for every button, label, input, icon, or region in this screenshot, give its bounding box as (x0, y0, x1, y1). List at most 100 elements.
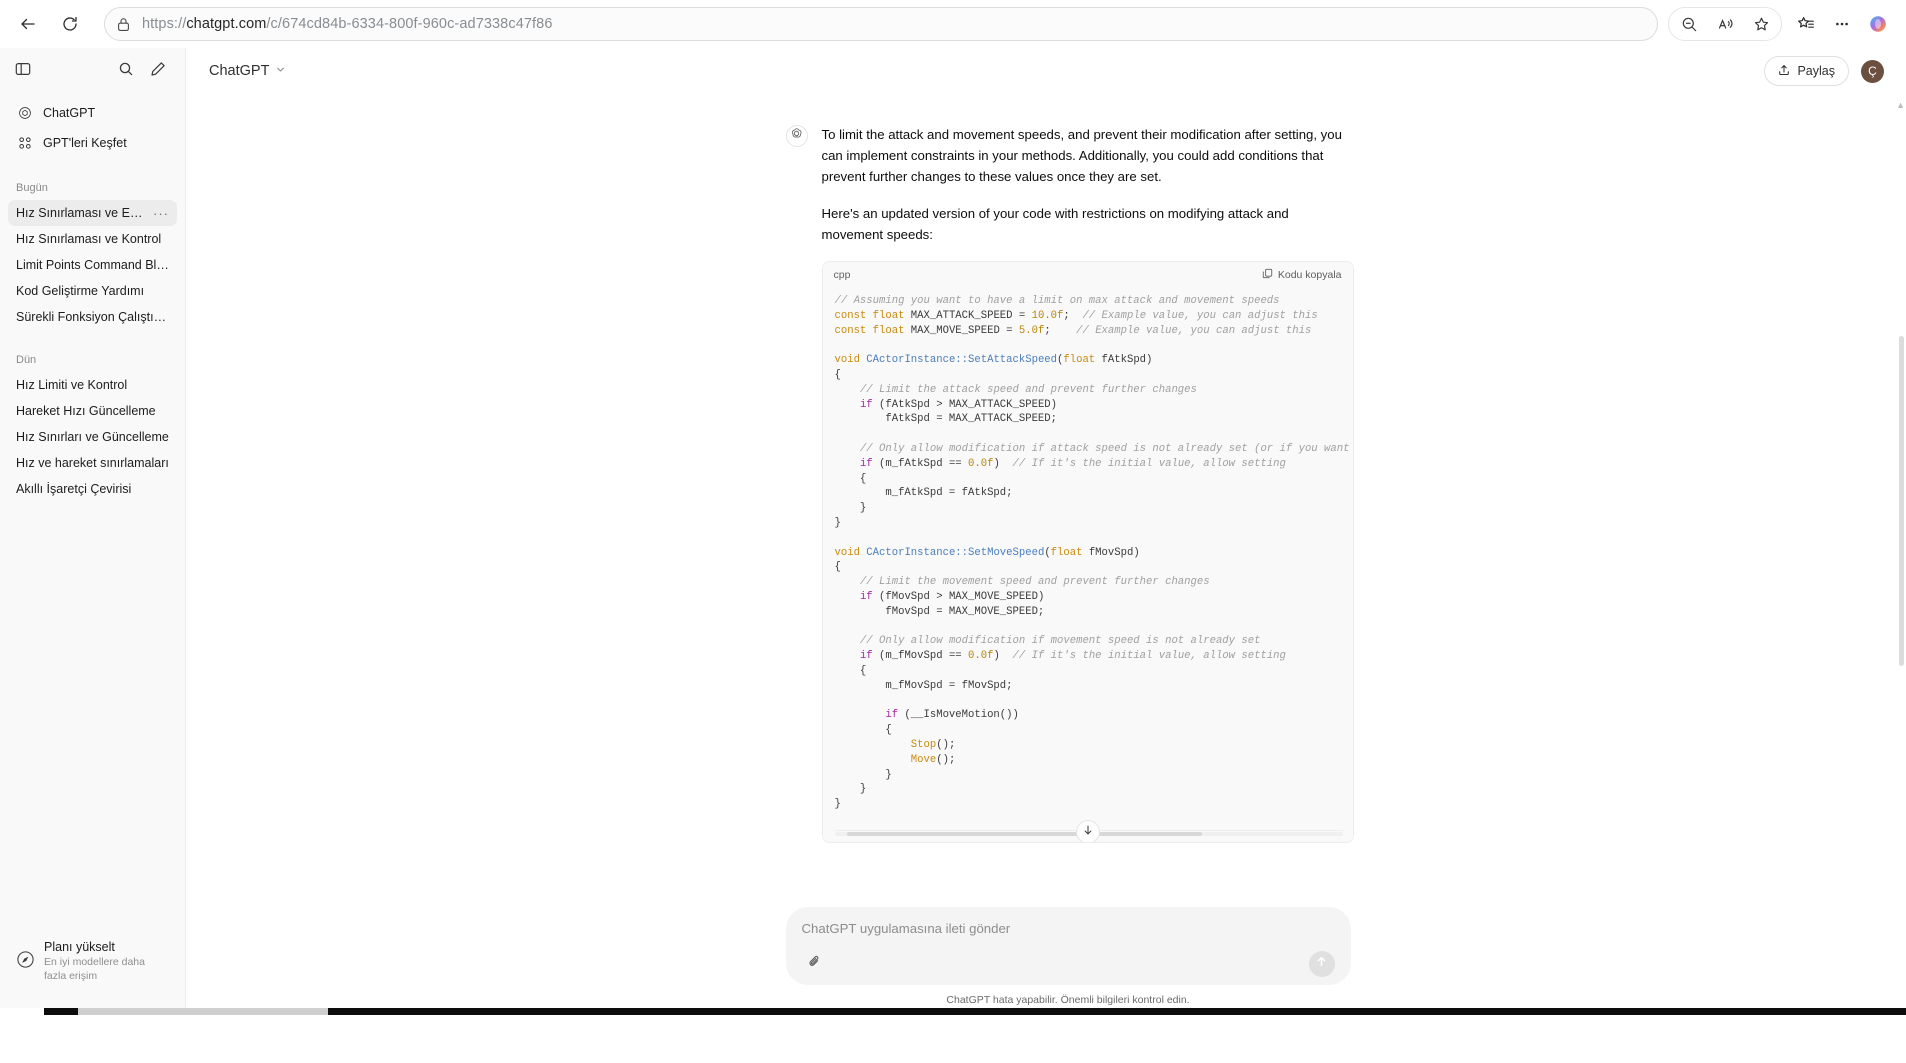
search-icon (118, 61, 134, 82)
conversation-column: To limit the attack and movement speeds,… (786, 94, 1351, 843)
scroll-to-bottom-button[interactable] (1076, 820, 1100, 842)
sidebar: ChatGPT GPT'leri Keşfet Bugün Hız Sınırl… (0, 48, 186, 1015)
zoom-out-icon (1681, 16, 1698, 33)
composer-area: ChatGPT uygulamasına ileti gönder (186, 907, 1906, 1015)
sidebar-chat-list-today: Hız Sınırlaması ve Engelleme ··· Hız Sın… (0, 200, 185, 330)
copilot-button[interactable] (1860, 6, 1896, 42)
disclaimer-text: ChatGPT hata yapabilir. Önemli bilgileri… (208, 994, 1906, 1006)
sidebar-chat-label: Hareket Hızı Güncelleme (16, 404, 169, 418)
favorite-button[interactable] (1743, 6, 1779, 42)
composer-toolbar (802, 951, 1335, 977)
share-button[interactable]: Paylaş (1764, 56, 1849, 86)
sidebar-chat-item[interactable]: Sürekli Fonksiyon Çalıştırma (8, 304, 177, 330)
sidebar-chat-label: Hız Limiti ve Kontrol (16, 378, 169, 392)
collections-button[interactable] (1788, 6, 1824, 42)
browser-toolbar: https://chatgpt.com/c/674cd84b-6334-800f… (0, 0, 1906, 48)
reload-icon (61, 15, 79, 33)
new-chat-button[interactable] (143, 56, 173, 86)
upgrade-plan-title: Planı yükselt (44, 940, 170, 955)
attach-file-button[interactable] (802, 951, 828, 977)
scrollbar-thumb[interactable] (1899, 336, 1904, 666)
back-arrow-icon (19, 15, 37, 33)
avatar[interactable]: Ç (1861, 60, 1884, 83)
new-chat-icon (150, 61, 166, 82)
assistant-paragraph: Here's an updated version of your code w… (822, 203, 1351, 245)
favorite-star-icon (1753, 16, 1770, 33)
upgrade-plan-button[interactable]: Planı yükselt En iyi modellere daha fazl… (8, 934, 178, 989)
lock-icon (117, 17, 130, 32)
zoom-out-button[interactable] (1671, 6, 1707, 42)
sidebar-chat-label: Akıllı İşaretçi Çevirisi (16, 482, 169, 496)
openai-logo-icon (16, 106, 33, 120)
taskbar (0, 1008, 1906, 1015)
model-picker-button[interactable]: ChatGPT (200, 58, 295, 84)
message-composer[interactable]: ChatGPT uygulamasına ileti gönder (786, 907, 1351, 985)
model-name-label: ChatGPT (209, 63, 269, 79)
sidebar-chat-label: Hız Sınırlaması ve Engelleme (16, 206, 149, 220)
code-block: cpp Kodu kopyala // Assu (822, 261, 1354, 843)
sidebar-chat-item[interactable]: Hız Limiti ve Kontrol (8, 372, 177, 398)
sidebar-chat-item[interactable]: Hız Sınırları ve Güncelleme (8, 424, 177, 450)
sidebar-chat-item[interactable]: Kod Geliştirme Yardımı (8, 278, 177, 304)
avatar-initial: Ç (1868, 64, 1877, 78)
more-settings-icon (1833, 15, 1851, 33)
taskbar-segment (78, 1008, 328, 1015)
sidebar-item-label: GPT'leri Keşfet (43, 136, 127, 150)
sidebar-chat-label: Kod Geliştirme Yardımı (16, 284, 169, 298)
sidebar-toggle-button[interactable] (8, 56, 38, 86)
sidebar-chat-label: Limit Points Command Block (16, 258, 169, 272)
sidebar-chat-label: Sürekli Fonksiyon Çalıştırma (16, 310, 169, 324)
sidebar-primary-nav: ChatGPT GPT'leri Keşfet (0, 94, 185, 158)
copy-code-label: Kodu kopyala (1278, 269, 1342, 281)
assistant-avatar (786, 125, 808, 147)
sidebar-chat-item[interactable]: Limit Points Command Block (8, 252, 177, 278)
header-actions: Paylaş Ç (1764, 56, 1884, 86)
code-block-header: cpp Kodu kopyala (823, 262, 1353, 288)
browser-settings-button[interactable] (1824, 6, 1860, 42)
share-upload-icon (1778, 64, 1790, 79)
sidebar-chat-list-yesterday: Hız Limiti ve Kontrol Hareket Hızı Günce… (0, 372, 185, 502)
sidebar-search-button[interactable] (111, 56, 141, 86)
upgrade-plan-subtitle: En iyi modellere daha fazla erişim (44, 955, 170, 983)
browser-actions (1668, 6, 1896, 42)
code-block-body[interactable]: // Assuming you want to have a limit on … (823, 288, 1353, 842)
sidebar-chat-item[interactable]: Akıllı İşaretçi Çevirisi (8, 476, 177, 502)
paperclip-icon (807, 954, 822, 974)
message-input[interactable]: ChatGPT uygulamasına ileti gönder (802, 921, 1335, 939)
chat-options-icon[interactable]: ··· (149, 206, 169, 221)
main-content: ChatGPT Paylaş Ç ▲ (186, 48, 1906, 1015)
address-bar[interactable]: https://chatgpt.com/c/674cd84b-6334-800f… (104, 7, 1658, 41)
sidebar-footer: Planı yükselt En iyi modellere daha fazl… (0, 934, 186, 989)
share-button-label: Paylaş (1797, 64, 1835, 78)
explore-gpts-icon (16, 136, 33, 150)
sidebar-chat-item[interactable]: Hız Sınırlaması ve Kontrol (8, 226, 177, 252)
page-scrollbar[interactable] (1898, 96, 1906, 1063)
sidebar-header (0, 48, 185, 94)
collections-icon (1797, 15, 1815, 33)
sidebar-chat-item[interactable]: Hız Sınırlaması ve Engelleme ··· (8, 200, 177, 226)
copy-icon (1262, 268, 1273, 282)
chevron-down-icon (275, 63, 286, 79)
read-aloud-button[interactable] (1707, 6, 1743, 42)
sidebar-group-label-today: Bugün (0, 180, 185, 196)
back-button[interactable] (10, 6, 46, 42)
sidebar-toggle-icon (15, 61, 31, 82)
arrow-up-icon (1315, 955, 1328, 973)
code-language-label: cpp (834, 269, 851, 281)
sidebar-chat-label: Hız Sınırları ve Güncelleme (16, 430, 169, 444)
sidebar-chat-item[interactable]: Hareket Hızı Güncelleme (8, 398, 177, 424)
conversation-scroll-area[interactable]: To limit the attack and movement speeds,… (186, 94, 1906, 954)
read-aloud-icon (1717, 16, 1734, 33)
sidebar-chat-item[interactable]: Hız ve hareket sınırlamaları (8, 450, 177, 476)
upgrade-plan-icon (16, 950, 35, 974)
assistant-message: To limit the attack and movement speeds,… (786, 124, 1351, 843)
scrollbar-thumb[interactable] (847, 832, 1202, 836)
copy-code-button[interactable]: Kodu kopyala (1262, 268, 1342, 282)
copilot-icon (1868, 14, 1888, 34)
omnibox-action-pill (1668, 7, 1782, 41)
sidebar-item-chatgpt[interactable]: ChatGPT (8, 98, 177, 128)
sidebar-item-explore-gpts[interactable]: GPT'leri Keşfet (8, 128, 177, 158)
send-message-button[interactable] (1309, 951, 1335, 977)
reload-button[interactable] (52, 6, 88, 42)
sidebar-chat-label: Hız ve hareket sınırlamaları (16, 456, 169, 470)
